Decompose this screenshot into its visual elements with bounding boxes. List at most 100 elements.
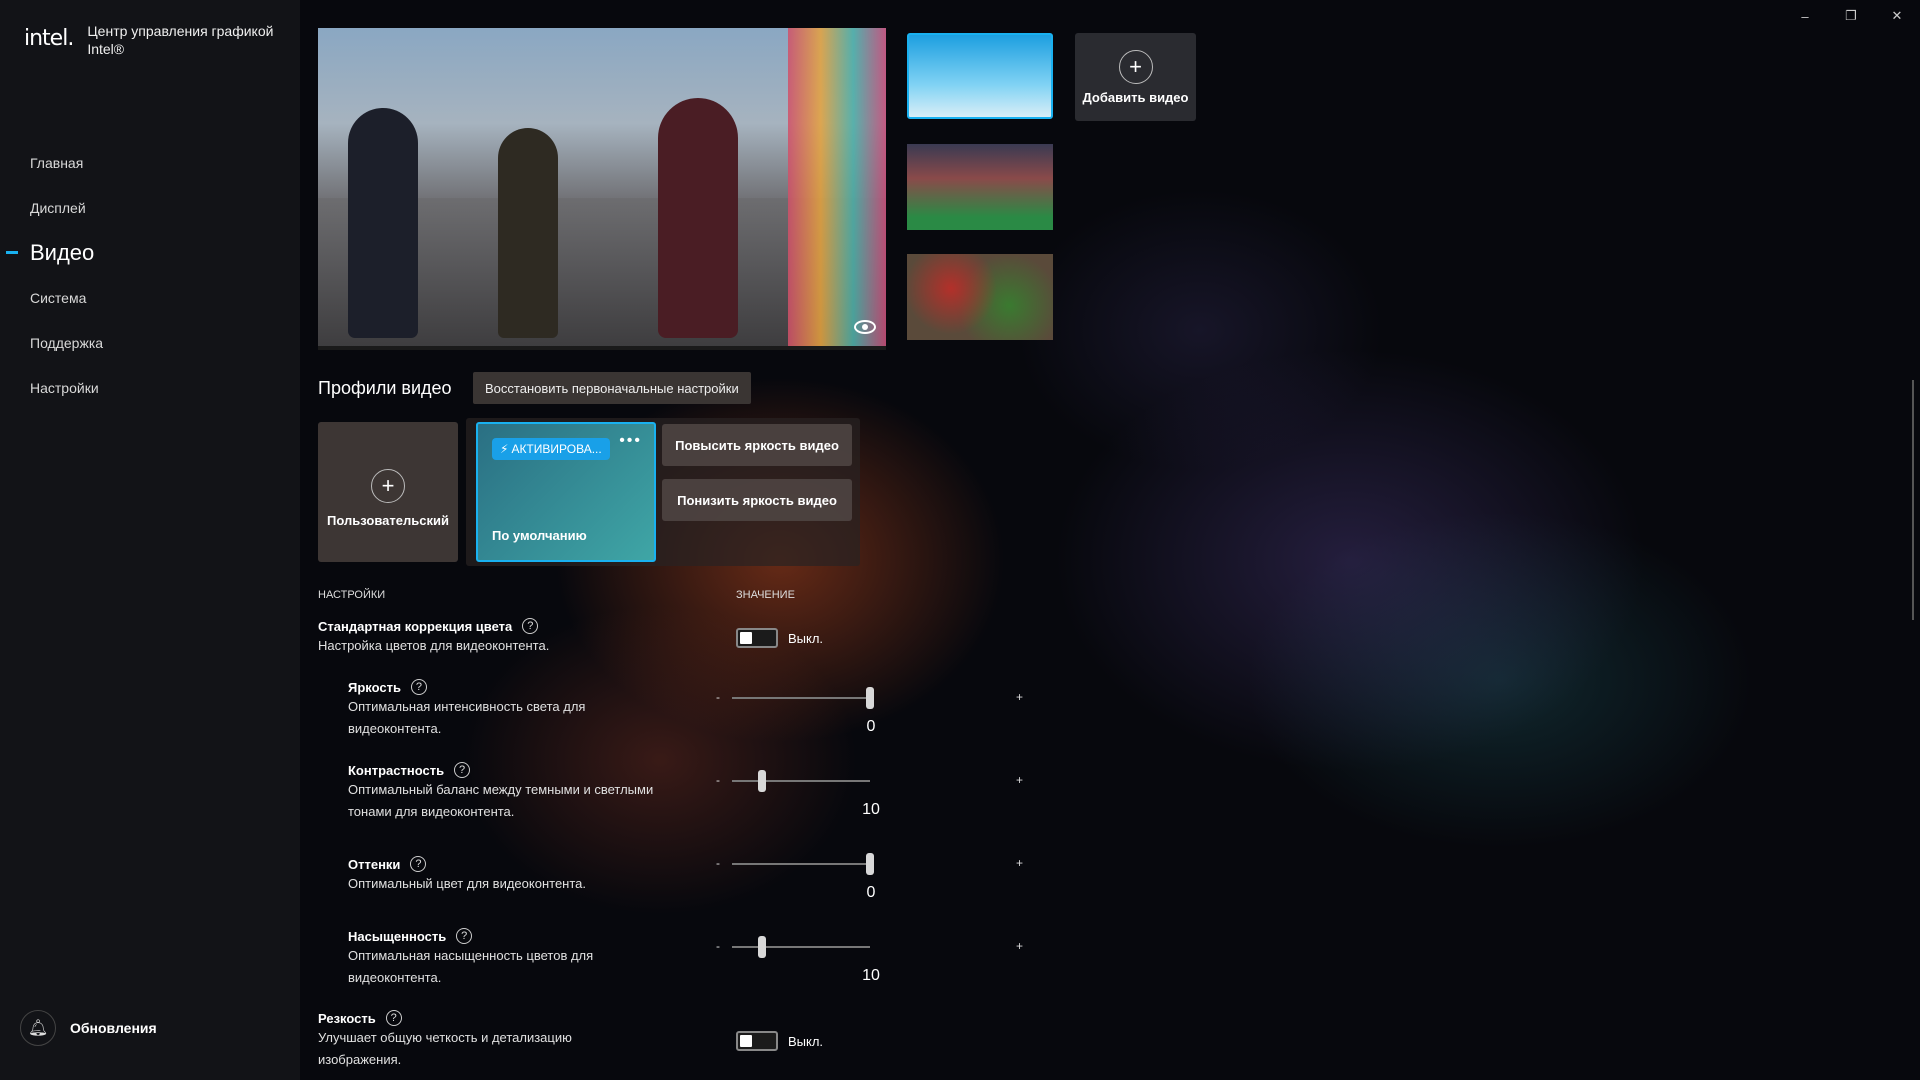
preview-dancer [348, 108, 418, 338]
sharpness-label: Резкость [318, 1010, 376, 1026]
hue-slider-thumb[interactable] [866, 853, 874, 875]
saturation-desc-line: видеоконтента. [348, 970, 442, 985]
active-badge-label: АКТИВИРОВА... [511, 442, 602, 456]
nav-item-display[interactable]: Дисплей [0, 185, 300, 230]
profile-default[interactable]: ⚡︎ АКТИВИРОВА... ••• По умолчанию [476, 422, 656, 562]
add-video-label: Добавить видео [1082, 89, 1189, 105]
toggle-knob [740, 632, 752, 644]
brightness-slider-track[interactable] [732, 697, 870, 699]
saturation-label: Насыщенность [348, 928, 447, 944]
brand: intel. Центр управления графикой Intel® [24, 22, 287, 58]
saturation-desc-line: Оптимальная насыщенность цветов для [348, 948, 594, 963]
app-title: Центр управления графикой Intel® [87, 23, 274, 57]
value-column-header: ЗНАЧЕНИЕ [736, 589, 795, 601]
hue-title: Оттенки ? [348, 856, 427, 872]
contrast-title: Контрастность ? [348, 762, 471, 778]
brightness-plus-button[interactable]: + [1016, 690, 1023, 704]
nav-menu: Главная Дисплей Видео Система Поддержка … [0, 140, 300, 410]
hue-desc-line: Оптимальный цвет для видеоконтента. [348, 876, 587, 891]
bell-icon: 🔔︎ [20, 1010, 56, 1046]
help-icon[interactable]: ? [385, 1010, 402, 1026]
minimize-button[interactable]: – [1782, 0, 1828, 32]
sharpness-desc-line: Улучшает общую четкость и детализацию [318, 1030, 572, 1045]
hue-slider-track[interactable] [732, 863, 870, 865]
saturation-desc: Оптимальная насыщенность цветов для виде… [348, 945, 593, 989]
brightness-label: Яркость [348, 679, 401, 695]
brightness-minus-button[interactable]: - [716, 690, 720, 704]
sharpness-toggle-label: Выкл. [788, 1034, 824, 1049]
sharpness-title: Резкость ? [318, 1010, 402, 1026]
profile-custom[interactable]: + Пользовательский [318, 422, 458, 562]
sharpness-toggle[interactable] [736, 1031, 778, 1051]
hue-minus-button[interactable]: - [716, 856, 720, 870]
contrast-desc: Оптимальный баланс между темными и светл… [348, 779, 653, 823]
brightness-desc: Оптимальная интенсивность света для виде… [348, 696, 585, 740]
brightness-value: 0 [866, 718, 876, 735]
contrast-desc-line: тонами для видеоконтента. [348, 804, 515, 819]
more-icon[interactable]: ••• [619, 432, 642, 450]
active-badge: ⚡︎ АКТИВИРОВА... [492, 438, 610, 460]
restore-button[interactable]: ❐ [1828, 0, 1874, 32]
profile-custom-label: Пользовательский [327, 512, 449, 528]
close-button[interactable]: ✕ [1874, 0, 1920, 32]
toggle-knob [740, 1035, 752, 1047]
color-correction-toggle[interactable] [736, 628, 778, 648]
updates-button[interactable]: 🔔︎ Обновления [20, 1010, 157, 1046]
nav-item-video[interactable]: Видео [0, 230, 300, 275]
reset-defaults-button[interactable]: Восстановить первоначальные настройки [473, 372, 751, 404]
color-correction-title: Стандартная коррекция цвета ? [318, 618, 539, 634]
add-video-button[interactable]: + Добавить видео [1075, 33, 1196, 121]
intel-logo: intel. [24, 26, 74, 51]
contrast-value: 10 [862, 801, 880, 818]
saturation-plus-button[interactable]: + [1016, 939, 1023, 953]
saturation-value: 10 [862, 967, 880, 984]
preview-wall [788, 28, 886, 346]
eye-icon[interactable] [854, 320, 876, 334]
brightness-slider-thumb[interactable] [866, 687, 874, 709]
hue-label: Оттенки [348, 856, 401, 872]
preview-dancer [658, 98, 738, 338]
video-thumbnail[interactable] [907, 33, 1053, 119]
contrast-slider-track[interactable] [732, 780, 870, 782]
video-thumbnail[interactable] [907, 254, 1053, 340]
brightness-desc-line: Оптимальная интенсивность света для [348, 699, 586, 714]
sharpness-desc: Улучшает общую четкость и детализацию из… [318, 1027, 572, 1071]
brightness-desc-line: видеоконтента. [348, 721, 442, 736]
contrast-minus-button[interactable]: - [716, 773, 720, 787]
hue-desc: Оптимальный цвет для видеоконтента. [348, 873, 586, 895]
help-icon[interactable]: ? [410, 856, 427, 872]
window-controls: – ❐ ✕ [1782, 0, 1920, 32]
contrast-slider-thumb[interactable] [758, 770, 767, 792]
color-correction-label: Стандартная коррекция цвета [318, 618, 513, 634]
contrast-plus-button[interactable]: + [1016, 773, 1023, 787]
nav-item-home[interactable]: Главная [0, 140, 300, 185]
hue-value: 0 [866, 884, 876, 901]
plus-icon: + [1118, 49, 1153, 84]
profile-default-label: По умолчанию [492, 528, 587, 543]
profiles-title: Профили видео [318, 378, 452, 398]
profile-increase-brightness[interactable]: Повысить яркость видео [662, 424, 852, 466]
preview-dancer [498, 128, 558, 338]
settings-column-header: НАСТРОЙКИ [318, 589, 386, 601]
sidebar: intel. Центр управления графикой Intel® … [0, 0, 300, 1080]
hue-plus-button[interactable]: + [1016, 856, 1023, 870]
brightness-title: Яркость ? [348, 679, 427, 695]
sharpness-desc-line: изображения. [318, 1052, 402, 1067]
saturation-minus-button[interactable]: - [716, 939, 720, 953]
nav-item-settings[interactable]: Настройки [0, 365, 300, 410]
help-icon[interactable]: ? [456, 928, 473, 944]
updates-label: Обновления [70, 1020, 157, 1036]
nav-item-system[interactable]: Система [0, 275, 300, 320]
help-icon[interactable]: ? [410, 679, 427, 695]
saturation-slider-track[interactable] [732, 946, 870, 948]
help-icon[interactable]: ? [454, 762, 471, 778]
profile-decrease-brightness[interactable]: Понизить яркость видео [662, 479, 852, 521]
video-preview [318, 28, 886, 350]
video-thumbnail[interactable] [907, 144, 1053, 230]
help-icon[interactable]: ? [522, 618, 539, 634]
scrollbar[interactable] [1912, 380, 1914, 620]
bolt-icon: ⚡︎ [500, 442, 509, 456]
saturation-slider-thumb[interactable] [758, 936, 767, 958]
nav-item-support[interactable]: Поддержка [0, 320, 300, 365]
color-correction-desc: Настройка цветов для видеоконтента. [318, 638, 550, 653]
